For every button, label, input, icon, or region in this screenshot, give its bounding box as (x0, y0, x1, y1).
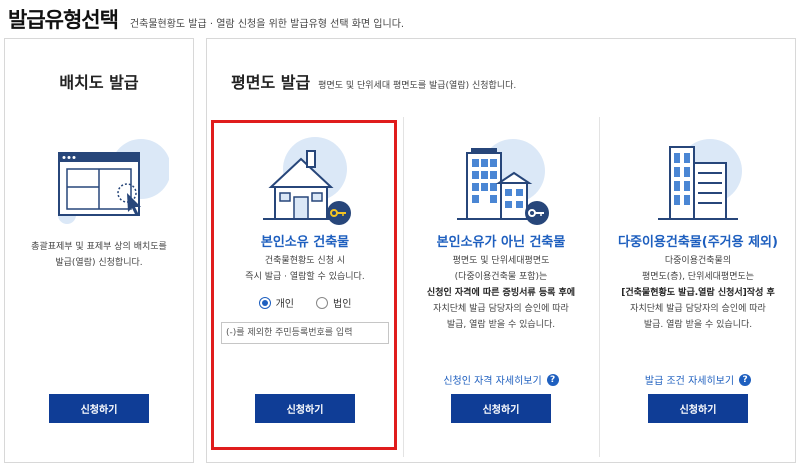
description-line-bold: [건축물현황도 발급.열람 신청서]작성 후 (621, 288, 775, 298)
description-line: 자치단체 발급 담당자의 승인에 따라 (433, 304, 569, 314)
own-building-apply-button[interactable]: 신청하기 (255, 394, 355, 423)
description-line: 발급, 열람 받을 수 있습니다. (446, 320, 556, 330)
radio-corporate-label: 법인 (333, 299, 352, 310)
description-line-bold: 신청인 자격에 따른 증빙서류 등록 후에 (426, 288, 576, 298)
page-title: 발급유형선택 (8, 8, 119, 32)
radio-personal[interactable]: 개인 (258, 295, 294, 310)
radio-corporate-indicator[interactable] (316, 296, 328, 309)
description-line: 즉시 발급 · 열람할 수 있습니다. (245, 272, 365, 282)
multi-use-building-apply-button[interactable]: 신청하기 (648, 394, 748, 423)
applicant-qualification-link-label[interactable]: 신청인 자격 자세히보기 (443, 372, 541, 387)
help-icon[interactable]: ? (546, 373, 559, 386)
site-plan-title: 배치도 발급 (59, 73, 139, 92)
issuance-conditions-link-label[interactable]: 발급 조건 자세히보기 (645, 372, 734, 387)
building-key-icon (457, 139, 549, 225)
not-own-building-apply-button[interactable]: 신청하기 (451, 394, 551, 423)
radio-corporate[interactable]: 법인 (316, 295, 351, 310)
description-line: 자치단체 발급 담당자의 승인에 따라 (630, 304, 766, 314)
floor-plan-panel: 평면도 발급 평면도 및 단위세대 평면도를 발급(열람) 신청합니다. 본인소… (206, 38, 796, 463)
multi-use-building-description: 다중이용건축물의 평면도(층), 단위세대평면도는 [건축물현황도 발급.열람 … (603, 253, 793, 333)
owner-type-radio-group: 개인 법인 (207, 295, 403, 310)
not-own-building-title: 본인소유가 아닌 건축물 (436, 235, 566, 250)
description-line: 발급. 열람 받을 수 있습니다. (643, 320, 753, 330)
help-icon[interactable]: ? (739, 373, 752, 386)
own-building-description: 건축물현황도 신청 시 즉시 발급 · 열람할 수 있습니다. (211, 253, 399, 285)
radio-personal-indicator[interactable] (258, 296, 271, 309)
house-key-icon (263, 137, 351, 225)
description-line: 평면도 및 단위세대평면도 (452, 256, 550, 266)
resident-number-input[interactable] (221, 322, 389, 344)
description-line: 건축물현황도 신청 시 (264, 256, 346, 266)
multi-use-building-card: 다중이용건축물(주거용 제외) 다중이용건축물의 평면도(층), 단위세대평면도… (599, 39, 797, 462)
not-own-building-card: 본인소유가 아닌 건축물 평면도 및 단위세대평면도 (다중이용건축물 포함)는… (403, 39, 599, 462)
radio-personal-label: 개인 (275, 299, 294, 310)
applicant-qualification-link[interactable]: 신청인 자격 자세히보기 ? (403, 372, 599, 387)
description-line: 평면도(층), 단위세대평면도는 (641, 272, 755, 282)
page-header: 발급유형선택 건축물현황도 발급 · 열람 신청을 위한 발급유형 선택 화면 … (8, 4, 404, 32)
description-line: 다중이용건축물의 (664, 256, 732, 266)
description-line: (다중이용건축물 포함)는 (454, 272, 548, 282)
multi-use-building-title: 다중이용건축물(주거용 제외) (618, 235, 778, 250)
own-building-card: 본인소유 건축물 건축물현황도 신청 시 즉시 발급 · 열람할 수 있습니다.… (207, 39, 403, 462)
issuance-conditions-link[interactable]: 발급 조건 자세히보기 ? (599, 372, 797, 387)
site-plan-description: 총괄표제부 및 표제부 상의 배치도를 발급(열람) 신청합니다. (31, 242, 167, 268)
site-plan-panel: 배치도 발급 총괄표제부 및 표제부 상의 배치도를 발급(열람) 신청합니다.… (4, 38, 194, 463)
own-building-title: 본인소유 건축물 (260, 235, 350, 250)
page-subtitle: 건축물현황도 발급 · 열람 신청을 위한 발급유형 선택 화면 입니다. (129, 19, 405, 30)
office-building-icon (658, 139, 742, 220)
not-own-building-description: 평면도 및 단위세대평면도 (다중이용건축물 포함)는 신청인 자격에 따른 증… (407, 253, 595, 333)
site-plan-window-icon (58, 139, 169, 224)
site-plan-apply-button[interactable]: 신청하기 (49, 394, 149, 423)
